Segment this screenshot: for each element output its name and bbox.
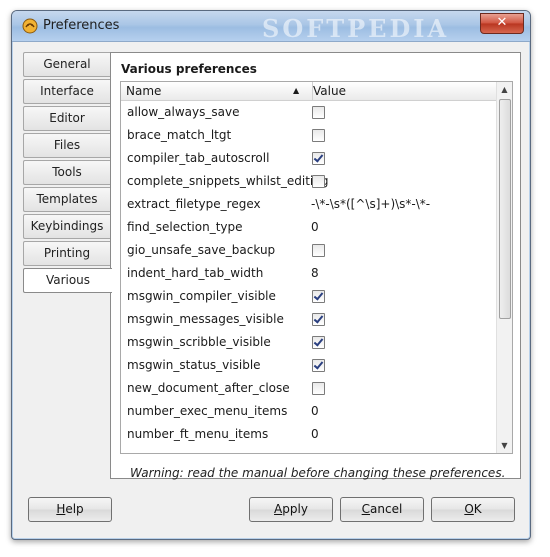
- preference-value[interactable]: 0: [311, 216, 319, 239]
- preference-name: number_ft_menu_items: [127, 427, 269, 441]
- table-row[interactable]: compiler_tab_autoscroll: [121, 147, 496, 170]
- preference-name: number_exec_menu_items: [127, 404, 288, 418]
- vertical-scrollbar[interactable]: ▲ ▼: [496, 82, 512, 453]
- table-row[interactable]: msgwin_status_visible: [121, 354, 496, 377]
- help-button-label: Help: [56, 502, 84, 516]
- table-row[interactable]: allow_always_save: [121, 101, 496, 124]
- tab-interface[interactable]: Interface: [23, 79, 110, 104]
- checked-checkbox[interactable]: [312, 313, 325, 326]
- apply-button-label: Apply: [274, 502, 308, 516]
- scroll-up-arrow-icon[interactable]: ▲: [497, 82, 512, 97]
- preferences-tabs: General Interface Editor Files Tools Tem…: [23, 52, 112, 295]
- help-button[interactable]: Help: [28, 497, 112, 522]
- tab-various[interactable]: Various: [23, 268, 112, 293]
- tab-tools[interactable]: Tools: [23, 160, 110, 185]
- scrollbar-thumb[interactable]: [499, 99, 511, 319]
- tab-general[interactable]: General: [23, 52, 110, 77]
- preference-name: gio_unsafe_save_backup: [127, 243, 276, 257]
- sort-ascending-icon: ▲: [293, 86, 300, 95]
- unchecked-checkbox[interactable]: [312, 129, 325, 142]
- window-title: Preferences: [43, 18, 120, 33]
- ok-button-label: OK: [464, 502, 482, 516]
- column-header-value[interactable]: Value: [313, 82, 346, 100]
- checked-checkbox[interactable]: [312, 336, 325, 349]
- table-row[interactable]: msgwin_messages_visible: [121, 308, 496, 331]
- preference-name: allow_always_save: [127, 105, 240, 119]
- list-header: Name ▲ Value: [121, 82, 496, 101]
- preference-name: msgwin_scribble_visible: [127, 335, 271, 349]
- unchecked-checkbox[interactable]: [312, 382, 325, 395]
- various-preferences-panel: Various preferences Name ▲ Value allow_a…: [110, 52, 521, 480]
- preference-name: extract_filetype_regex: [127, 197, 261, 211]
- preferences-dialog: Preferences SOFTPEDIA ✕ General Interfac…: [11, 10, 531, 540]
- title-bar[interactable]: Preferences SOFTPEDIA ✕: [12, 11, 530, 43]
- tab-printing[interactable]: Printing: [23, 241, 110, 266]
- table-row[interactable]: number_exec_menu_items 0: [121, 400, 496, 423]
- preference-name: indent_hard_tab_width: [127, 266, 264, 280]
- unchecked-checkbox[interactable]: [312, 244, 325, 257]
- geany-app-icon: [22, 18, 38, 34]
- checked-checkbox[interactable]: [312, 152, 325, 165]
- checked-checkbox[interactable]: [312, 290, 325, 303]
- tab-files[interactable]: Files: [23, 133, 110, 158]
- column-name-label: Name: [126, 84, 162, 98]
- column-header-name[interactable]: Name ▲: [121, 82, 313, 100]
- preference-rows: allow_always_save brace_match_ltgtcompile…: [121, 101, 496, 446]
- panel-heading: Various preferences: [121, 62, 257, 76]
- close-button[interactable]: ✕: [480, 13, 524, 34]
- preference-value[interactable]: 8: [311, 262, 319, 285]
- table-row[interactable]: number_ft_menu_items 0: [121, 423, 496, 446]
- tab-editor[interactable]: Editor: [23, 106, 110, 131]
- preference-value[interactable]: 0: [311, 423, 319, 446]
- table-row[interactable]: msgwin_compiler_visible: [121, 285, 496, 308]
- unchecked-checkbox[interactable]: [312, 106, 325, 119]
- cancel-button-label: Cancel: [361, 502, 403, 516]
- preference-name: complete_snippets_whilst_editing: [127, 174, 329, 188]
- tab-keybindings[interactable]: Keybindings: [23, 214, 110, 239]
- table-row[interactable]: complete_snippets_whilst_editing: [121, 170, 496, 193]
- ok-button[interactable]: OK: [431, 497, 515, 522]
- preference-value[interactable]: -\*-\s*([^\s]+)\s*-\*-: [311, 193, 430, 216]
- preference-name: msgwin_messages_visible: [127, 312, 284, 326]
- table-row[interactable]: gio_unsafe_save_backup: [121, 239, 496, 262]
- preference-name: new_document_after_close: [127, 381, 290, 395]
- unchecked-checkbox[interactable]: [312, 175, 325, 188]
- close-icon: ✕: [496, 15, 508, 30]
- table-row[interactable]: find_selection_type 0: [121, 216, 496, 239]
- table-row[interactable]: brace_match_ltgt: [121, 124, 496, 147]
- preference-value[interactable]: 0: [311, 400, 319, 423]
- preference-name: compiler_tab_autoscroll: [127, 151, 270, 165]
- apply-button[interactable]: Apply: [249, 497, 333, 522]
- table-row[interactable]: extract_filetype_regex -\*-\s*([^\s]+)\s*…: [121, 193, 496, 216]
- watermark-text: SOFTPEDIA: [262, 14, 450, 43]
- scroll-down-arrow-icon[interactable]: ▼: [497, 438, 512, 453]
- preference-name: msgwin_status_visible: [127, 358, 261, 372]
- warning-text: Warning: read the manual before changing…: [130, 466, 506, 480]
- cancel-button[interactable]: Cancel: [340, 497, 424, 522]
- preference-name: find_selection_type: [127, 220, 243, 234]
- table-row[interactable]: new_document_after_close: [121, 377, 496, 400]
- preferences-list[interactable]: Name ▲ Value allow_always_save brace_matc…: [120, 81, 513, 454]
- checked-checkbox[interactable]: [312, 359, 325, 372]
- table-row[interactable]: msgwin_scribble_visible: [121, 331, 496, 354]
- preference-name: msgwin_compiler_visible: [127, 289, 276, 303]
- preference-name: brace_match_ltgt: [127, 128, 232, 142]
- tab-templates[interactable]: Templates: [23, 187, 110, 212]
- table-row[interactable]: indent_hard_tab_width 8: [121, 262, 496, 285]
